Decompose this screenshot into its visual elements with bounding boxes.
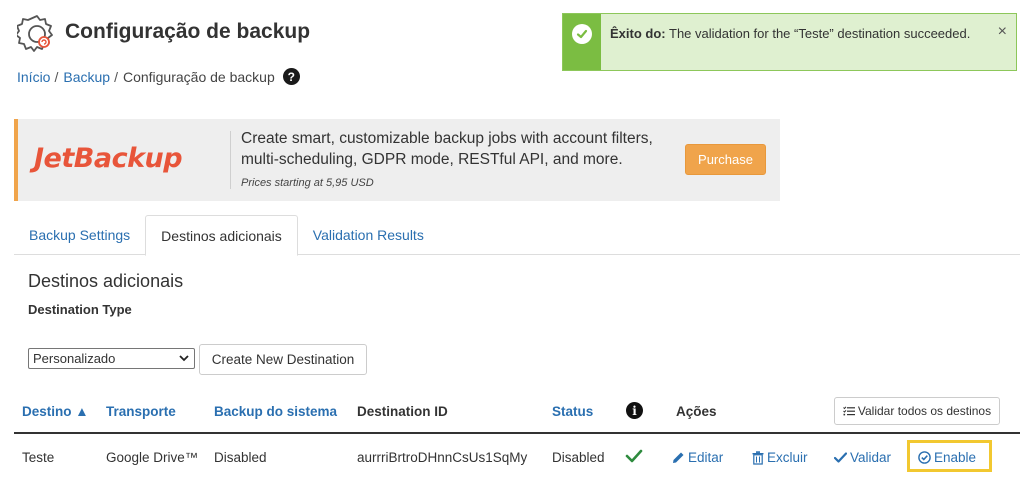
alert-prefix: Êxito do:	[610, 26, 666, 41]
breadcrumb-backup-link[interactable]: Backup	[63, 69, 110, 85]
destination-type-select[interactable]: Personalizado	[28, 348, 195, 369]
select-value: Personalizado	[33, 351, 116, 366]
validate-all-button[interactable]: Validar todos os destinos	[834, 397, 1000, 425]
check-icon	[834, 452, 847, 463]
validate-all-label: Validar todos os destinos	[857, 404, 992, 418]
cell-transporte: Google Drive™	[106, 450, 199, 465]
alert-icon-strip	[563, 14, 601, 70]
promo-text: Create smart, customizable backup jobs w…	[241, 130, 653, 168]
trash-icon	[752, 450, 764, 465]
jetbackup-promo-banner: JetBackup Create smart, customizable bac…	[14, 119, 780, 201]
delete-label: Excluir	[767, 450, 808, 465]
column-transporte[interactable]: Transporte	[106, 404, 176, 419]
check-circle-icon	[572, 24, 592, 44]
breadcrumb-home-link[interactable]: Início	[17, 69, 50, 85]
cell-destination-id: aurrriBrtroDHnnCsUs1SqMy	[357, 450, 528, 465]
validated-check-icon	[625, 448, 643, 467]
cell-status: Disabled	[552, 450, 605, 465]
promo-price: Prices starting at 5,95 USD	[241, 177, 374, 189]
page-title: Configuração de backup	[65, 20, 311, 43]
cell-destino: Teste	[22, 450, 55, 465]
destination-type-label: Destination Type	[28, 302, 132, 317]
edit-action[interactable]: Editar	[672, 450, 723, 465]
success-alert: Êxito do: The validation for the “Teste”…	[562, 13, 1017, 71]
enable-highlight-box	[907, 440, 992, 472]
column-status[interactable]: Status	[552, 404, 593, 419]
alert-message: Êxito do: The validation for the “Teste”…	[601, 14, 1016, 70]
column-backup-sistema[interactable]: Backup do sistema	[214, 404, 337, 419]
promo-divider	[230, 131, 231, 189]
backup-gear-icon	[15, 12, 57, 52]
breadcrumb-separator: /	[54, 68, 59, 85]
tab-destinos-adicionais[interactable]: Destinos adicionais	[145, 215, 298, 256]
breadcrumb-separator: /	[114, 68, 118, 85]
alert-text: The validation for the “Teste” destinati…	[669, 26, 971, 41]
breadcrumb-current: Configuração de backup	[122, 68, 275, 85]
chevron-down-icon	[178, 351, 190, 365]
purchase-button[interactable]: Purchase	[685, 144, 766, 175]
breadcrumb: Início / Backup / Configuração de backup…	[17, 68, 300, 85]
section-title: Destinos adicionais	[28, 271, 184, 291]
column-destination-id: Destination ID	[357, 404, 448, 419]
cell-backup-sistema: Disabled	[214, 450, 267, 465]
create-destination-button[interactable]: Create New Destination	[199, 344, 367, 375]
validate-label: Validar	[850, 450, 892, 465]
close-icon[interactable]: ×	[998, 23, 1007, 41]
table-row: Teste Google Drive™ Disabled aurrriBrtro…	[14, 436, 1020, 480]
checklist-icon	[843, 406, 855, 416]
column-destino[interactable]: Destino ▲	[22, 404, 89, 419]
pencil-icon	[673, 452, 684, 463]
delete-action[interactable]: Excluir	[752, 450, 808, 465]
jetbackup-logo: JetBackup	[34, 143, 183, 174]
page-header: Configuração de backup	[15, 12, 311, 52]
info-icon[interactable]: i	[626, 402, 643, 419]
column-acoes: Ações	[676, 404, 717, 419]
tab-validation-results[interactable]: Validation Results	[298, 215, 439, 255]
table-header: Destino ▲ Transporte Backup do sistema D…	[14, 397, 1020, 434]
help-icon[interactable]: ?	[282, 68, 300, 85]
tab-bar: Backup Settings Destinos adicionais Vali…	[14, 215, 1020, 256]
validate-action[interactable]: Validar	[834, 450, 891, 465]
edit-label: Editar	[688, 450, 724, 465]
tab-backup-settings[interactable]: Backup Settings	[14, 215, 145, 255]
